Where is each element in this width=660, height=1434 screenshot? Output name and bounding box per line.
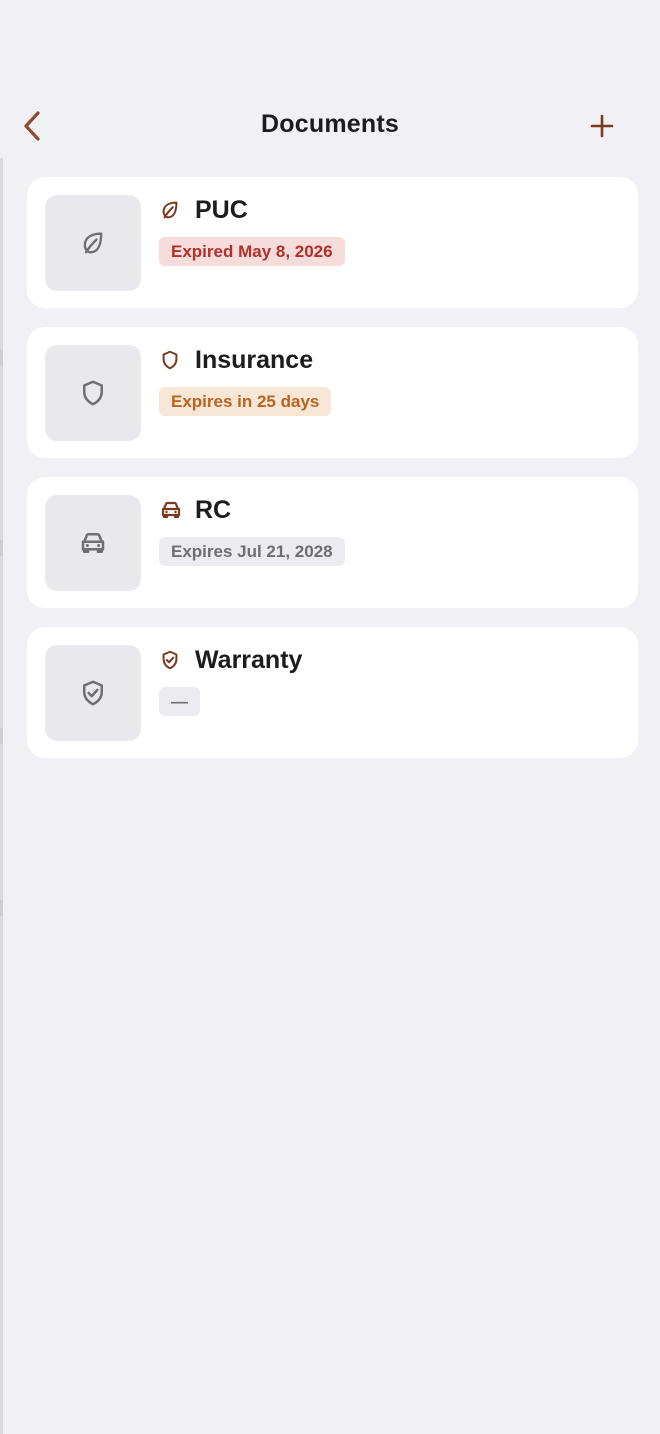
background-screen-mark xyxy=(0,350,3,366)
status-badge: Expires Jul 21, 2028 xyxy=(159,537,345,566)
leaf-icon xyxy=(83,232,103,254)
document-title-row: PUC xyxy=(159,195,248,225)
car-icon xyxy=(81,533,105,553)
document-thumbnail xyxy=(45,645,141,741)
document-title-row: RC xyxy=(159,495,231,525)
document-title: RC xyxy=(195,495,232,524)
document-thumbnail xyxy=(45,495,141,591)
background-screen-mark xyxy=(0,900,3,916)
document-title-row: Insurance xyxy=(159,345,313,375)
shield-icon xyxy=(159,347,185,373)
status-badge: Expires in 25 days xyxy=(159,387,332,416)
shield-icon xyxy=(83,380,103,406)
shield-check-icon xyxy=(83,680,103,706)
document-title: Warranty xyxy=(195,645,303,674)
document-card-warranty[interactable]: Warranty — xyxy=(27,627,638,758)
document-card-puc[interactable]: PUC Expired May 8, 2026 xyxy=(27,177,638,308)
status-badge: — xyxy=(159,687,200,716)
document-thumbnail xyxy=(45,195,141,291)
document-card-insurance[interactable]: Insurance Expires in 25 days xyxy=(27,327,638,458)
document-thumbnail xyxy=(45,345,141,441)
leaf-icon xyxy=(159,197,185,223)
shield-check-icon xyxy=(159,647,185,673)
plus-icon xyxy=(590,114,614,138)
background-screen-mark xyxy=(0,540,3,556)
page-title: Documents xyxy=(261,110,399,138)
navigation-header: Documents xyxy=(0,96,660,156)
document-card-rc[interactable]: RC Expires Jul 21, 2028 xyxy=(27,477,638,608)
status-badge: Expired May 8, 2026 xyxy=(159,237,345,266)
car-icon xyxy=(159,497,185,523)
add-document-button[interactable] xyxy=(582,106,622,146)
background-screen-mark xyxy=(0,728,3,744)
document-title: Insurance xyxy=(195,345,314,374)
document-title-row: Warranty xyxy=(159,645,302,675)
document-title: PUC xyxy=(195,195,248,224)
